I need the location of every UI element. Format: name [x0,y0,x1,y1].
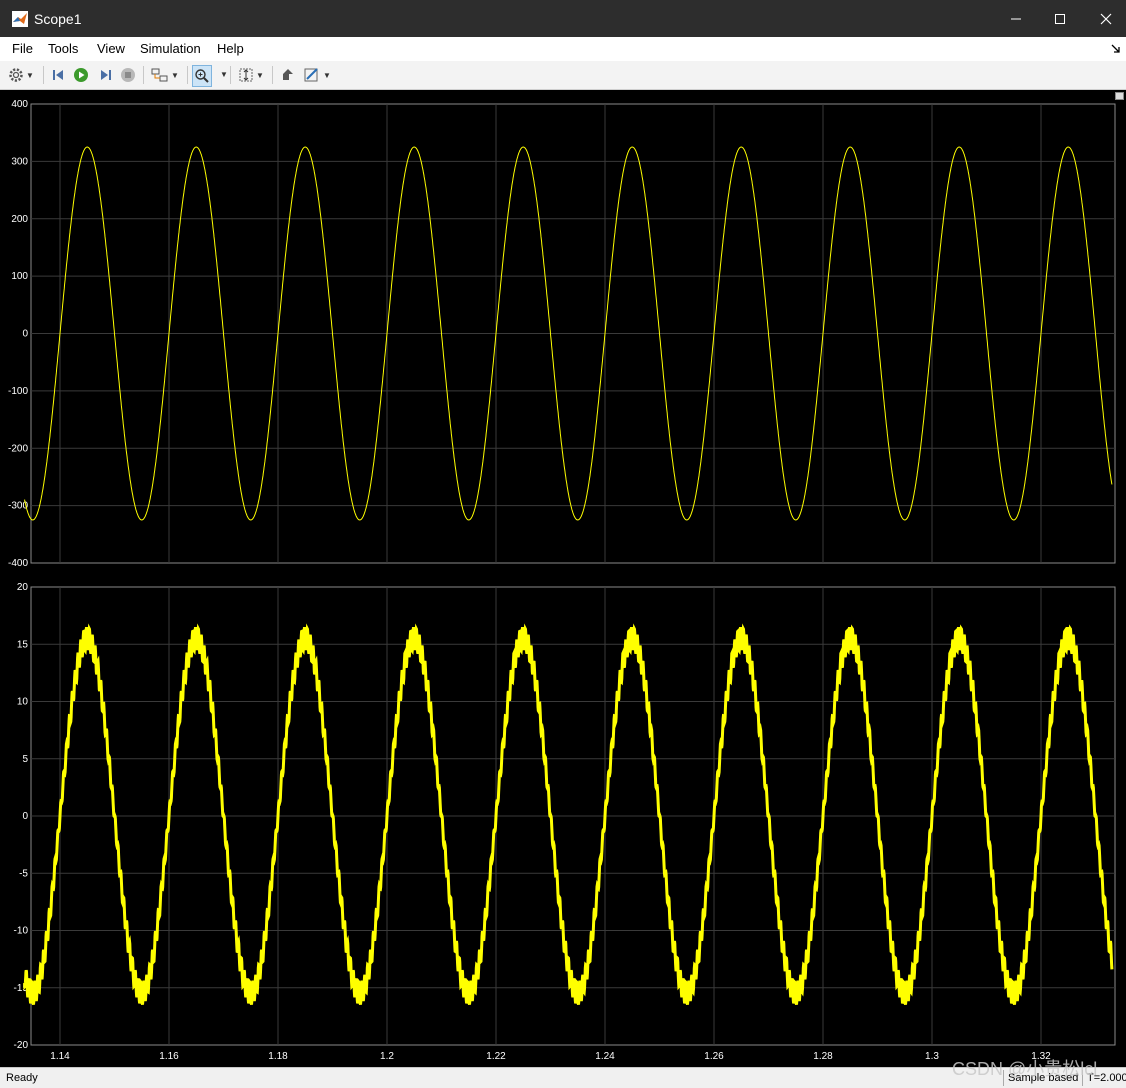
maximize-button[interactable] [1045,6,1075,32]
x-tick-label: 1.24 [595,1051,615,1062]
measure-icon [304,68,318,82]
menu-file[interactable]: File [12,41,33,56]
toolbar-separator [143,66,144,84]
stop-button[interactable] [120,65,136,85]
menu-tools[interactable]: Tools [48,41,78,56]
zoom-icon [195,69,209,83]
close-icon [1100,13,1112,25]
close-button[interactable] [1091,6,1121,32]
menu-help[interactable]: Help [217,41,244,56]
x-tick-label: 1.28 [813,1051,833,1062]
step-back-button[interactable] [51,65,67,85]
settings-button[interactable]: ▼ [8,65,34,85]
y-tick-label: 300 [11,156,28,167]
y-tick-label: -200 [8,443,28,454]
minimize-icon [1011,18,1021,20]
dropdown-arrow-icon: ▼ [171,70,179,80]
toolbar-separator [187,66,188,84]
x-tick-label: 1.3 [925,1051,939,1062]
dock-arrow-icon[interactable] [1111,44,1121,54]
dropdown-arrow-icon: ▼ [323,70,331,80]
y-tick-label: -10 [14,926,29,937]
step-forward-icon [101,70,111,80]
y-tick-label: -100 [8,386,28,397]
toolbar-separator [230,66,231,84]
autoscale-button[interactable]: ▼ [238,65,264,85]
dropdown-arrow-icon: ▼ [256,70,264,80]
x-tick-label: 1.22 [486,1051,506,1062]
y-tick-label: 100 [11,271,28,282]
stop-icon [121,68,135,82]
x-tick-label: 1.26 [704,1051,724,1062]
status-ready: Ready [6,1072,38,1084]
y-tick-label: 200 [11,214,28,225]
toolbar: ▼ ▼ ▼ ▼ ▼ [0,61,1126,90]
dropdown-arrow-icon: ▼ [26,70,34,80]
x-tick-label: 1.16 [159,1051,179,1062]
x-tick-label: 1.2 [380,1051,394,1062]
y-tick-label: 10 [17,697,29,708]
y-tick-label: 0 [22,811,28,822]
x-tick-label: 1.14 [50,1051,70,1062]
scope-plot-area: 400 300 200 100 0 -100 -200 -300 -400 20 15 10 5 0 -5-… [0,90,1126,1067]
matlab-app-icon [12,11,28,27]
scope-plots[interactable]: 4003002001000-100-200-300-40020151050-5-… [0,90,1126,1067]
highlight-block-button[interactable]: ▼ [151,65,179,85]
menu-simulation[interactable]: Simulation [140,41,201,56]
y-tick-label: 15 [17,639,29,650]
style-icon [283,69,293,80]
maximize-icon [1055,14,1065,24]
y-tick-label: -20 [14,1040,29,1051]
restore-axes-icon[interactable] [1115,92,1124,100]
toolbar-separator [272,66,273,84]
y-tick-label: 5 [22,754,28,765]
run-button[interactable] [73,65,89,85]
measure-button[interactable]: ▼ [303,65,331,85]
y-tick-label: -400 [8,558,28,569]
title-bar: Scope1 [0,0,1126,37]
menu-bar: File Tools View Simulation Help [0,37,1126,61]
window-title: Scope1 [34,11,82,27]
settings-gear-icon [9,68,23,82]
step-back-icon [53,70,63,80]
highlight-block-icon [151,68,168,82]
menu-view[interactable]: View [97,41,125,56]
dropdown-arrow-icon[interactable]: ▼ [220,70,228,79]
toolbar-separator [43,66,44,84]
run-icon [74,68,88,82]
y-tick-label: 0 [22,329,28,340]
zoom-button[interactable] [192,65,212,87]
step-forward-button[interactable] [97,65,113,85]
y-tick-label: 400 [11,99,28,110]
y-tick-label: -5 [19,868,28,879]
autoscale-icon [239,68,253,82]
x-tick-label: 1.18 [268,1051,288,1062]
minimize-button[interactable] [1001,6,1031,32]
y-tick-label: 20 [17,582,29,593]
style-button[interactable] [280,65,296,85]
watermark: CSDN @小贵松lcl [952,1059,1098,1079]
